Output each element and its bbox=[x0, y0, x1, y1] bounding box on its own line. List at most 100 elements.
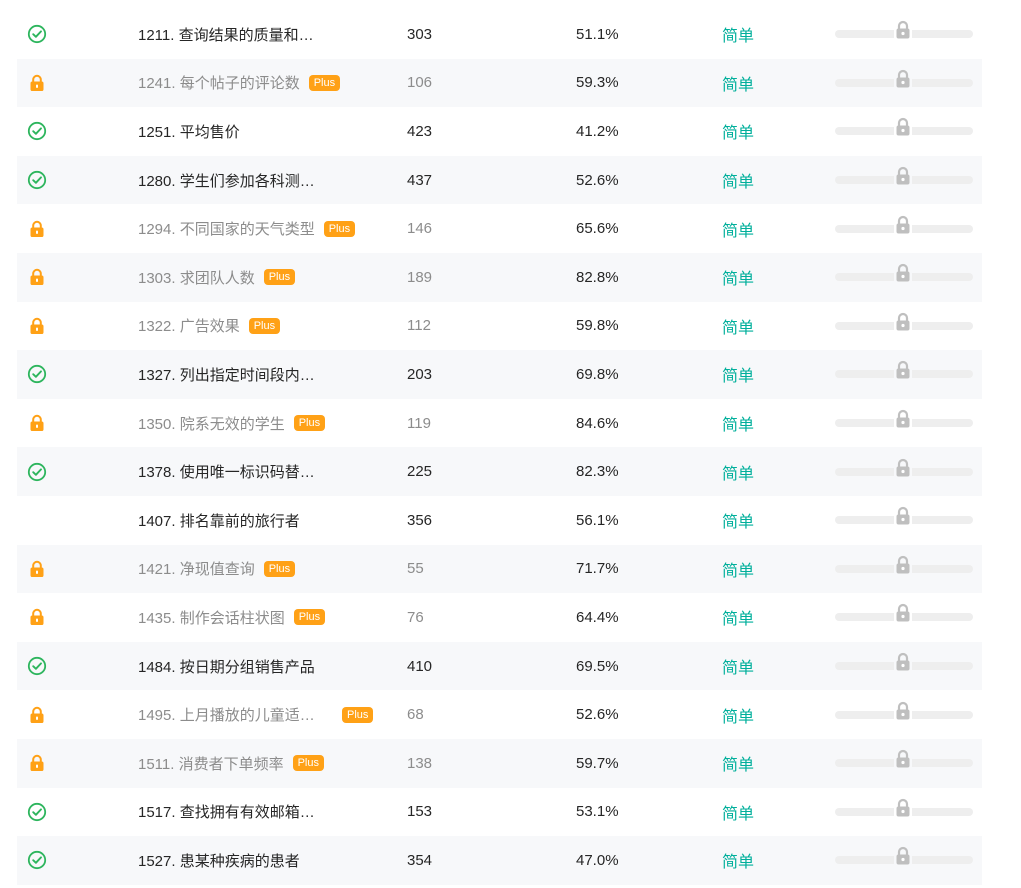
lock-icon bbox=[894, 67, 912, 90]
check-circle-icon bbox=[27, 121, 47, 141]
problem-title-link[interactable]: 1327. 列出指定时间段内所有的下单产品 bbox=[138, 364, 318, 385]
acceptance-rate: 59.3% bbox=[576, 74, 619, 92]
lock-icon bbox=[27, 73, 47, 93]
problem-title-link[interactable]: 1495. 上月播放的儿童适宜电影 bbox=[138, 704, 318, 725]
acceptance-rate: 59.7% bbox=[576, 754, 619, 772]
problem-title-link[interactable]: 1378. 使用唯一标识码替换员工ID bbox=[138, 461, 318, 482]
problem-row[interactable]: 1322. 广告效果 Plus 112 59.8% 简单 bbox=[17, 302, 982, 351]
lock-icon bbox=[27, 607, 47, 627]
solution-count: 354 bbox=[407, 851, 433, 869]
problem-row[interactable]: 1303. 求团队人数 Plus 189 82.8% 简单 bbox=[17, 252, 982, 302]
difficulty-label: 简单 bbox=[722, 562, 755, 580]
frequency-bar[interactable] bbox=[835, 408, 973, 433]
lock-icon bbox=[894, 602, 912, 625]
lock-icon bbox=[894, 699, 912, 722]
problem-title-link[interactable]: 1322. 广告效果 bbox=[138, 315, 240, 336]
solution-count: 356 bbox=[407, 511, 433, 529]
problem-row[interactable]: 1241. 每个帖子的评论数 Plus 106 59.3% 简单 bbox=[17, 58, 982, 108]
frequency-bar[interactable] bbox=[835, 796, 973, 822]
problem-title-link[interactable]: 1421. 净现值查询 bbox=[138, 558, 255, 579]
problem-title-link[interactable]: 1241. 每个帖子的评论数 bbox=[138, 72, 300, 93]
problem-row[interactable]: 1511. 消费者下单频率 Plus 138 59.7% 简单 bbox=[17, 738, 982, 788]
problem-row[interactable]: 1378. 使用唯一标识码替换员工ID 225 82.3% 简单 bbox=[17, 447, 982, 496]
problem-title-cell: 1211. 查询结果的质量和占比 bbox=[138, 24, 388, 45]
problem-title-link[interactable]: 1294. 不同国家的天气类型 bbox=[138, 218, 315, 239]
problem-title-link[interactable]: 1407. 排名靠前的旅行者 bbox=[138, 510, 300, 531]
problem-row[interactable]: 1421. 净现值查询 Plus 55 71.7% 简单 bbox=[17, 544, 982, 594]
difficulty-label: 简单 bbox=[722, 757, 755, 775]
problem-title-link[interactable]: 1527. 患某种疾病的患者 bbox=[138, 850, 300, 871]
solution-count: 423 bbox=[407, 122, 433, 140]
problem-title-link[interactable]: 1517. 查找拥有有效邮箱的用户 bbox=[138, 801, 318, 822]
problem-title-link[interactable]: 1303. 求团队人数 bbox=[138, 267, 255, 288]
problem-title-link[interactable]: 1511. 消费者下单频率 bbox=[138, 753, 284, 774]
difficulty-label: 简单 bbox=[722, 271, 755, 289]
lock-icon bbox=[894, 408, 912, 431]
acceptance-rate: 53.1% bbox=[576, 803, 619, 821]
problem-title-link[interactable]: 1435. 制作会话柱状图 bbox=[138, 607, 285, 628]
problem-title-link[interactable]: 1280. 学生们参加各科测试的次数 bbox=[138, 170, 318, 191]
lock-icon bbox=[894, 505, 912, 528]
problem-title-cell: 1241. 每个帖子的评论数 Plus bbox=[138, 72, 388, 93]
check-circle-icon bbox=[27, 170, 47, 190]
problem-row[interactable]: 1350. 院系无效的学生 Plus 119 84.6% 简单 bbox=[17, 399, 982, 448]
problem-row[interactable]: 1327. 列出指定时间段内所有的下单产品 203 69.8% 简单 bbox=[17, 350, 982, 399]
problem-title-link[interactable]: 1350. 院系无效的学生 bbox=[138, 413, 285, 434]
difficulty-label: 简单 bbox=[722, 611, 755, 629]
problem-row[interactable]: 1280. 学生们参加各科测试的次数 437 52.6% 简单 bbox=[17, 155, 982, 205]
problem-row[interactable]: 1517. 查找拥有有效邮箱的用户 153 53.1% 简单 bbox=[17, 788, 982, 837]
lock-icon bbox=[894, 796, 912, 819]
lock-icon bbox=[894, 845, 912, 868]
problem-row[interactable]: 1495. 上月播放的儿童适宜电影 Plus 68 52.6% 简单 bbox=[17, 690, 982, 739]
frequency-bar[interactable] bbox=[835, 19, 973, 44]
frequency-bar[interactable] bbox=[835, 165, 973, 190]
frequency-bar[interactable] bbox=[835, 116, 973, 141]
frequency-bar[interactable] bbox=[835, 505, 973, 530]
solution-count: 138 bbox=[407, 754, 433, 772]
lock-icon bbox=[894, 262, 912, 285]
acceptance-rate: 47.0% bbox=[576, 851, 619, 869]
problem-row[interactable]: 1484. 按日期分组销售产品 410 69.5% 简单 bbox=[17, 641, 982, 691]
frequency-bar[interactable] bbox=[835, 262, 973, 287]
lock-icon bbox=[894, 310, 912, 333]
problem-title-link[interactable]: 1211. 查询结果的质量和占比 bbox=[138, 24, 318, 45]
frequency-bar[interactable] bbox=[835, 456, 973, 482]
difficulty-label: 简单 bbox=[722, 708, 755, 726]
lock-icon bbox=[27, 753, 47, 773]
difficulty-label: 简单 bbox=[722, 174, 755, 192]
frequency-bar[interactable] bbox=[835, 845, 973, 870]
problem-table: 1211. 查询结果的质量和占比 303 51.1% 简单 1241. 每个帖子… bbox=[17, 10, 982, 885]
problem-row[interactable]: 1527. 患某种疾病的患者 354 47.0% 简单 bbox=[17, 836, 982, 885]
plus-badge: Plus bbox=[263, 560, 296, 577]
frequency-bar[interactable] bbox=[835, 553, 973, 579]
problem-row[interactable]: 1251. 平均售价 423 41.2% 简单 bbox=[17, 107, 982, 156]
problem-title-link[interactable]: 1251. 平均售价 bbox=[138, 121, 240, 142]
frequency-bar[interactable] bbox=[835, 699, 973, 725]
difficulty-label: 简单 bbox=[722, 805, 755, 823]
frequency-bar[interactable] bbox=[835, 651, 973, 676]
status-empty bbox=[27, 510, 47, 530]
difficulty-label: 简单 bbox=[722, 76, 755, 94]
frequency-bar[interactable] bbox=[835, 67, 973, 93]
frequency-bar[interactable] bbox=[835, 359, 973, 384]
problem-title-cell: 1484. 按日期分组销售产品 bbox=[138, 656, 388, 677]
frequency-bar[interactable] bbox=[835, 310, 973, 336]
problem-row[interactable]: 1211. 查询结果的质量和占比 303 51.1% 简单 bbox=[17, 10, 982, 59]
frequency-bar[interactable] bbox=[835, 602, 973, 627]
frequency-bar[interactable] bbox=[835, 748, 973, 773]
problem-title-cell: 1517. 查找拥有有效邮箱的用户 bbox=[138, 801, 388, 822]
lock-icon bbox=[894, 165, 912, 188]
acceptance-rate: 56.1% bbox=[576, 511, 619, 529]
difficulty-label: 简单 bbox=[722, 28, 755, 46]
problem-row[interactable]: 1435. 制作会话柱状图 Plus 76 64.4% 简单 bbox=[17, 593, 982, 642]
frequency-bar[interactable] bbox=[835, 213, 973, 239]
plus-badge: Plus bbox=[263, 269, 296, 286]
difficulty-label: 简单 bbox=[722, 660, 755, 678]
problem-row[interactable]: 1407. 排名靠前的旅行者 356 56.1% 简单 bbox=[17, 496, 982, 545]
solution-count: 76 bbox=[407, 608, 424, 626]
problem-title-link[interactable]: 1484. 按日期分组销售产品 bbox=[138, 656, 315, 677]
problem-row[interactable]: 1294. 不同国家的天气类型 Plus 146 65.6% 简单 bbox=[17, 204, 982, 253]
difficulty-label: 简单 bbox=[722, 465, 755, 483]
problem-title-cell: 1303. 求团队人数 Plus bbox=[138, 267, 388, 288]
solution-count: 112 bbox=[407, 317, 431, 335]
